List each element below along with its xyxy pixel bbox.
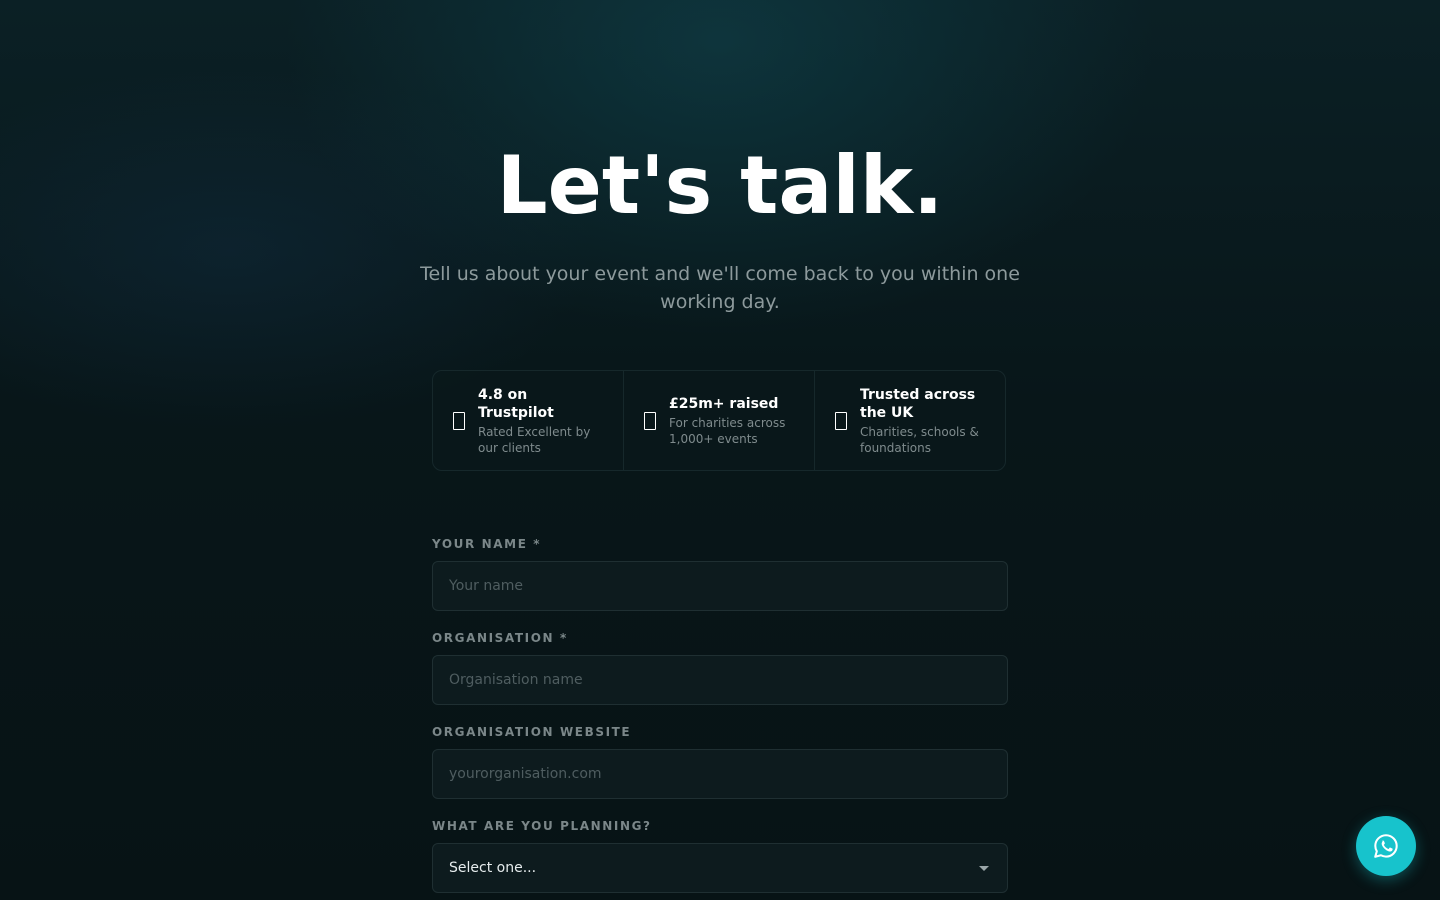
stat-title: Trusted across the UK (860, 386, 976, 421)
stat-raised: £25m+ raised For charities across 1,000+… (624, 371, 815, 470)
stat-subtitle: Charities, schools & foundations (860, 424, 979, 455)
heart-icon (644, 411, 656, 430)
name-label: YOUR NAME * (432, 537, 542, 551)
page-title: Let's talk. (496, 139, 944, 232)
website-label: ORGANISATION WEBSITE (432, 725, 632, 739)
hero: Let's talk. Tell us about your event and… (0, 140, 1440, 316)
website-field-group: ORGANISATION WEBSITE (432, 724, 1008, 799)
organisation-label: ORGANISATION * (432, 631, 568, 645)
organisation-field-group: ORGANISATION * (432, 630, 1008, 705)
stat-trustpilot: 4.8 on Trustpilot Rated Excellent by our… (433, 371, 624, 470)
stat-subtitle: For charities across 1,000+ events (669, 415, 786, 446)
planning-selected-value: Select one... (449, 860, 537, 876)
whatsapp-chat-button[interactable] (1356, 816, 1416, 876)
website-input[interactable] (432, 749, 1008, 799)
planning-select[interactable]: Select one... (432, 843, 1008, 893)
stat-title: £25m+ raised (669, 395, 779, 412)
contact-form: YOUR NAME * ORGANISATION * ORGANISATION … (432, 536, 1008, 893)
name-input[interactable] (432, 561, 1008, 611)
name-field-group: YOUR NAME * (432, 536, 1008, 611)
planning-field-group: WHAT ARE YOU PLANNING? Select one... (432, 818, 1008, 893)
trust-stats-bar: 4.8 on Trustpilot Rated Excellent by our… (432, 370, 1006, 471)
chevron-down-icon (979, 865, 989, 871)
whatsapp-icon (1374, 834, 1398, 858)
stat-trusted: Trusted across the UK Charities, schools… (815, 371, 1005, 470)
shield-icon (835, 411, 847, 430)
page-subtitle: Tell us about your event and we'll come … (420, 263, 1020, 313)
planning-label: WHAT ARE YOU PLANNING? (432, 819, 652, 833)
organisation-input[interactable] (432, 655, 1008, 705)
stat-title: 4.8 on Trustpilot (478, 386, 554, 421)
star-icon (453, 411, 465, 430)
stat-subtitle: Rated Excellent by our clients (478, 424, 591, 455)
